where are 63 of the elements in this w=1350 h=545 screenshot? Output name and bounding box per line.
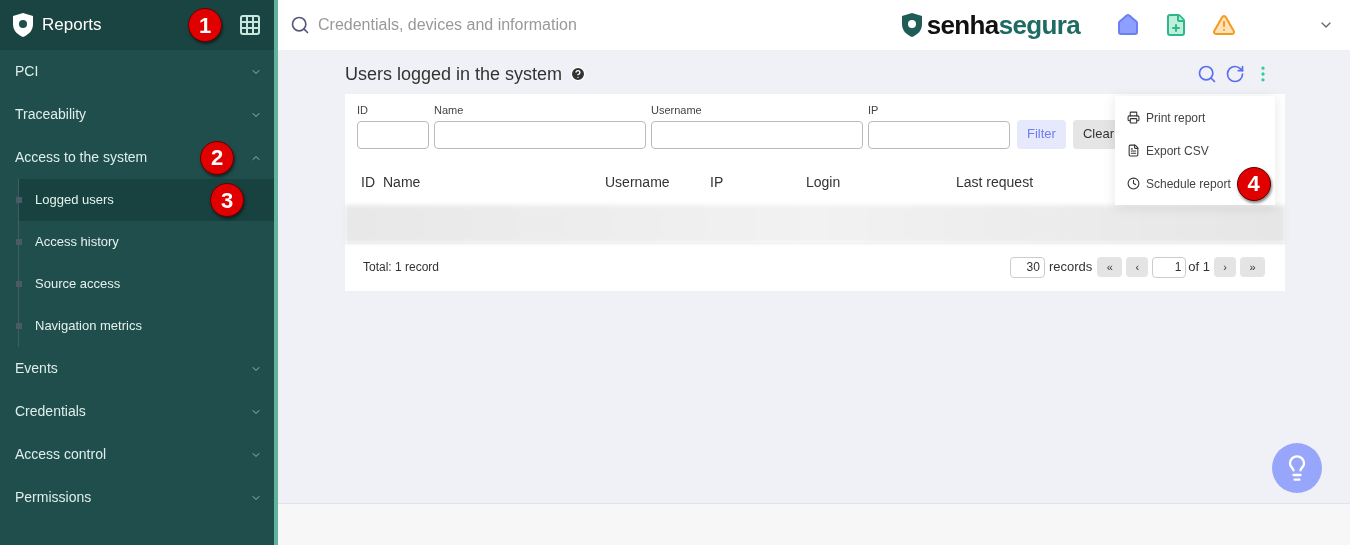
number-marker: 4 [1236,166,1271,201]
app-title: Reports [42,14,103,37]
column-header: Username [605,173,671,192]
number-marker: 3 [210,183,244,217]
refresh-icon[interactable] [1225,64,1245,84]
submenu-item[interactable]: Logged users 3 [18,179,274,221]
clock-icon [1127,177,1140,190]
page-count: of 1 [1188,258,1210,277]
sidebar-item[interactable]: Permissions [0,476,274,519]
shield-icon [900,11,923,39]
field-label: ID [357,103,369,118]
sidebar-item[interactable]: PCI [0,50,274,93]
filter-field[interactable] [357,120,429,149]
file-icon [1127,144,1140,157]
column-header: Name [383,173,422,192]
sidebar-item[interactable]: Access to the system 2 [0,136,274,179]
bullet-icon [16,323,22,329]
number-marker: 1 [188,8,222,42]
menu-item[interactable]: Print report [1127,108,1206,127]
home-icon[interactable] [1116,13,1140,37]
field-label: Name [434,103,465,118]
filter-field[interactable] [651,120,863,149]
submenu-item[interactable]: Navigation metrics [18,305,274,347]
warning-icon[interactable] [1212,13,1236,37]
help-icon[interactable] [570,66,587,82]
bullet-icon [16,239,22,245]
submenu-item[interactable]: Source access [18,263,274,305]
last-page-button[interactable]: » [1240,257,1265,277]
brand-logo: senhasegura [900,11,1080,39]
sidebar-item[interactable]: Credentials [0,390,274,433]
sidebar-item[interactable]: Events [0,347,274,390]
column-header: IP [710,173,725,192]
filter-field[interactable] [434,120,646,149]
records-label: records [1048,258,1093,277]
search-icon[interactable] [1197,64,1217,84]
sidebar-item[interactable]: Traceability [0,93,274,136]
page-title: Users logged in the system [345,62,563,86]
page-number-field[interactable]: 1 [1152,256,1187,278]
field-label: Username [651,103,703,118]
sidebar-item[interactable]: Access control [0,433,274,476]
column-header: Login [806,173,842,192]
field-label: IP [868,103,880,118]
submenu-item[interactable]: Access history [18,221,274,263]
search-field[interactable]: Credentials, devices and information [318,13,718,37]
shield-icon [12,12,34,38]
menu-item[interactable]: Export CSV [1127,141,1209,160]
column-header: ID [360,173,376,192]
page-size-field[interactable]: 30 [1009,256,1045,278]
apps-grid-icon[interactable] [238,13,262,37]
bullet-icon [16,197,22,203]
filter-field[interactable] [868,120,1010,149]
total-records: Total: 1 record [363,259,441,276]
bullet-icon [16,281,22,287]
number-marker: 2 [200,140,234,175]
search-icon [290,15,310,35]
first-page-button[interactable]: « [1097,257,1123,277]
column-header: Last request [956,173,1035,192]
menu-item[interactable]: Schedule report [1127,174,1231,193]
previous-page-button[interactable]: ‹ [1126,257,1149,277]
file-plus-icon[interactable] [1164,13,1188,37]
next-page-button[interactable]: › [1214,257,1236,277]
tips-button[interactable] [1272,443,1322,493]
print-icon [1127,111,1140,124]
